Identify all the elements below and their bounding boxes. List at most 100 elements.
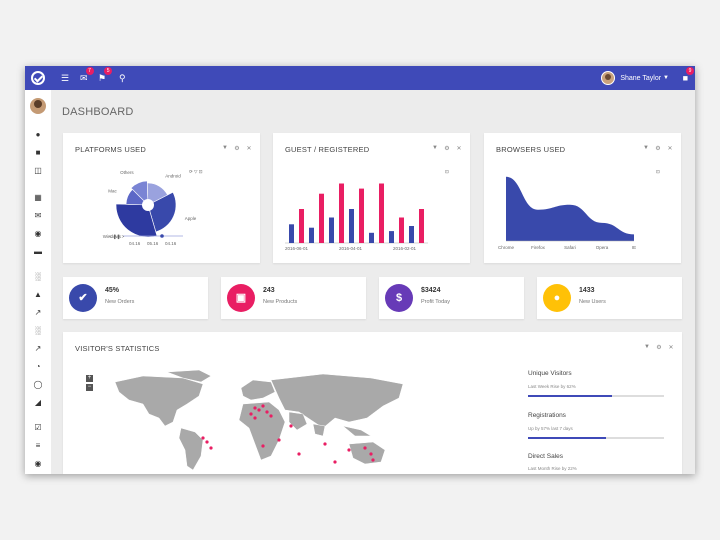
avatar xyxy=(601,71,616,85)
card-title: VISITOR'S STATISTICS xyxy=(75,344,160,353)
guest-bar-chart: 2016-06-01 2016-04-01 2016-02-01 ⊡ xyxy=(285,169,449,251)
bell-icon[interactable]: ⚑ 5 xyxy=(98,67,113,85)
search-icon[interactable]: ⚲ xyxy=(119,71,126,85)
stat-label: New Users xyxy=(579,299,606,305)
x-tick-label: 04.16 xyxy=(129,241,141,246)
bar xyxy=(419,209,424,243)
area-chart-icon[interactable]: ▲ xyxy=(33,290,43,300)
visitor-stat-sub: Last Month Rise by 22% xyxy=(528,466,577,471)
stat-label: New Products xyxy=(263,299,298,305)
logo-check-icon[interactable] xyxy=(31,71,45,85)
visitor-stat-label: Direct Sales xyxy=(528,453,564,460)
x-tick-label: Firefox xyxy=(531,245,546,250)
stat-value: $3424 xyxy=(421,287,441,294)
world-map[interactable] xyxy=(103,370,433,474)
calendar-icon[interactable]: ▦ xyxy=(33,193,43,203)
briefcase-icon[interactable]: ■ xyxy=(33,148,43,158)
dashboard-icon[interactable]: ● xyxy=(33,130,43,140)
dollar-icon: $ xyxy=(385,284,413,312)
x-tick-label: Safari xyxy=(564,245,576,250)
guest-card: GUEST / REGISTERED ▼ ⚙ ✕ 2016-06-01 2016-04… xyxy=(273,133,470,263)
line-chart-icon[interactable]: ↗ xyxy=(33,308,43,318)
x-tick-label: Opera xyxy=(596,245,609,250)
bar xyxy=(309,227,314,243)
bar xyxy=(329,217,334,243)
bar xyxy=(399,217,404,243)
bar-chart-icon[interactable]: ░ xyxy=(33,272,43,282)
visitor-stat-label: Registrations xyxy=(528,412,566,419)
toolbox-icons: ⊡ xyxy=(656,169,660,174)
bar xyxy=(409,226,414,243)
inbox-icon[interactable]: ▬ xyxy=(33,247,43,257)
stat-value: 45% xyxy=(105,287,120,294)
area-chart-icon[interactable]: ◢ xyxy=(33,398,43,408)
zoom-in-button[interactable]: + xyxy=(86,375,93,382)
page-title: DASHBOARD xyxy=(62,106,134,118)
progress-fill xyxy=(528,437,606,439)
close-icon[interactable]: ✕ xyxy=(668,344,674,351)
cart-icon: ▣ xyxy=(227,284,255,312)
x-tick-label: 2016-02-01 xyxy=(393,246,417,251)
checklist-icon[interactable]: ☑ xyxy=(33,423,43,433)
stat-value: 243 xyxy=(263,287,275,294)
area-series xyxy=(506,176,634,241)
mail-icon[interactable]: ✉ 7 xyxy=(80,67,94,85)
chat-icon[interactable]: ◉ xyxy=(33,229,43,239)
stat-card-users[interactable]: ● 1433 New Users xyxy=(537,277,682,319)
bar xyxy=(369,232,374,243)
chat-badge: 9 xyxy=(686,67,694,75)
progress-bar xyxy=(528,395,664,397)
slice-label: Mac xyxy=(108,188,117,193)
chat-icon[interactable]: ■ 9 xyxy=(683,67,694,85)
users-icon: ● xyxy=(543,284,571,312)
visitor-stat-sub: Last Week Rise by 62% xyxy=(528,384,576,389)
bar xyxy=(319,193,324,243)
bar xyxy=(339,183,344,243)
visitors-card: VISITOR'S STATISTICS ▼ ⚙ ✕ + − Unique Vi… xyxy=(63,332,682,474)
line-chart-icon[interactable]: ↗ xyxy=(33,344,43,354)
gear-icon[interactable]: ⚙ xyxy=(656,344,662,351)
menu-icon[interactable]: ☰ xyxy=(61,71,69,85)
toolbox-icons: ⊡ xyxy=(445,169,449,174)
stat-label: New Orders xyxy=(105,299,135,305)
stat-card-products[interactable]: ▣ 243 New Products xyxy=(221,277,366,319)
user-name: Shane Taylor xyxy=(620,74,662,82)
x-tick-label: 2016-04-01 xyxy=(339,246,363,251)
visitor-stat-label: Unique Visitors xyxy=(528,370,572,377)
platforms-card: PLATFORMS USED ▼ ⚙ ✕ Others Android Apple Win… xyxy=(63,133,260,263)
card-controls: ▼ ⚙ ✕ xyxy=(644,344,674,351)
bell-badge: 5 xyxy=(104,67,113,75)
zoom-out-button[interactable]: − xyxy=(86,384,93,391)
sidebar-avatar[interactable] xyxy=(30,98,46,114)
columns-icon[interactable]: ◫ xyxy=(33,166,43,176)
browsers-card: BROWSERS USED ▼ ⚙ ✕ Chrome Firefox Safari Ope… xyxy=(484,133,681,263)
slice-label: Android xyxy=(165,173,181,178)
top-bar: ☰ ✉ 7 ⚑ 5 ⚲ Shane Taylor ▼ ■ 9 xyxy=(25,66,695,90)
bar xyxy=(379,183,384,243)
donut-icon[interactable]: ◯ xyxy=(33,380,43,390)
stat-value: 1433 xyxy=(579,287,595,294)
settings-icon[interactable]: ◉ xyxy=(33,459,43,469)
x-tick-label: 05.16 xyxy=(147,241,159,246)
pie-chart-icon[interactable]: ◔ xyxy=(33,362,43,372)
progress-fill xyxy=(528,395,613,397)
bar xyxy=(359,188,364,243)
x-tick-label: 2016-06-01 xyxy=(285,246,309,251)
bar-chart-icon[interactable]: ░ xyxy=(33,326,43,336)
chevron-down-icon[interactable]: ▼ xyxy=(644,344,650,351)
slice-label: Others xyxy=(120,170,134,175)
mail-icon[interactable]: ✉ xyxy=(33,211,43,221)
stat-label: Profit Today xyxy=(421,299,450,305)
user-menu[interactable]: Shane Taylor ▼ xyxy=(601,70,669,86)
bar xyxy=(349,209,354,243)
pie-center xyxy=(142,199,154,211)
slice-label: Apple xyxy=(185,216,197,221)
chevron-down-icon: ▼ xyxy=(663,75,669,81)
bar xyxy=(289,224,294,243)
stat-card-profit[interactable]: $ $3424 Profit Today xyxy=(379,277,524,319)
timeline-handle xyxy=(160,234,164,238)
sidebar: ● ■ ◫ ▦ ✉ ◉ ▬ ░ ▲ ↗ ░ ↗ ◔ ◯ ◢ ☑ ≡ ◉ xyxy=(25,90,51,474)
bar xyxy=(389,231,394,243)
stat-card-orders[interactable]: ✔ 45% New Orders xyxy=(63,277,208,319)
sliders-icon[interactable]: ≡ xyxy=(33,441,43,451)
